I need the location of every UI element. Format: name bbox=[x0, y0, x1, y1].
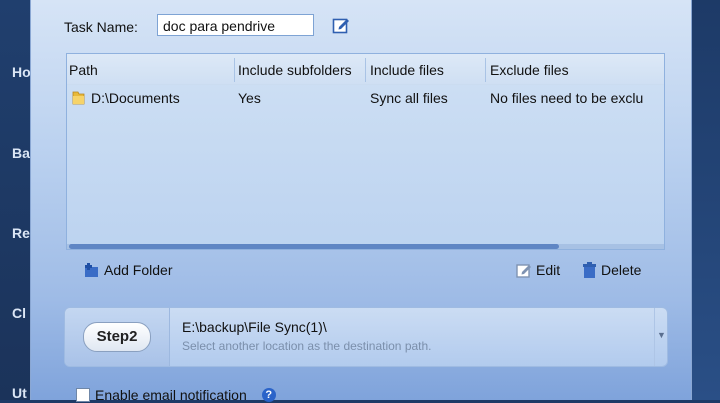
add-folder-icon bbox=[85, 262, 98, 277]
column-include-files[interactable]: Include files bbox=[370, 62, 444, 78]
file-sync-dialog: Task Name: doc para pendrive Path Includ… bbox=[30, 0, 692, 403]
row-include-files: Sync all files bbox=[370, 90, 448, 106]
step2-section: Step2 bbox=[65, 308, 170, 366]
destination-dropdown[interactable]: ▼ bbox=[654, 308, 667, 366]
sidebar-item-backup[interactable]: Ba bbox=[12, 145, 30, 161]
column-divider[interactable] bbox=[365, 58, 366, 82]
source-folder-table: Path Include subfolders Include files Ex… bbox=[66, 53, 665, 250]
column-divider[interactable] bbox=[234, 58, 235, 82]
app-sidebar: Ho Ba Re Cl Ut bbox=[0, 0, 31, 401]
column-exclude-files[interactable]: Exclude files bbox=[490, 62, 569, 78]
trash-icon bbox=[583, 262, 596, 278]
row-path: D:\Documents bbox=[91, 90, 180, 106]
destination-hint: Select another location as the destinati… bbox=[182, 339, 432, 353]
edit-icon bbox=[516, 264, 531, 278]
delete-label: Delete bbox=[601, 262, 642, 278]
destination-path[interactable]: E:\backup\File Sync(1)\ bbox=[182, 319, 327, 335]
folder-icon bbox=[72, 91, 85, 105]
sidebar-item-utilities[interactable]: Ut bbox=[12, 385, 27, 401]
chevron-down-icon: ▼ bbox=[657, 330, 666, 340]
sidebar-item-clone[interactable]: Cl bbox=[12, 305, 26, 321]
scrollbar-thumb[interactable] bbox=[69, 244, 559, 249]
add-folder-label: Add Folder bbox=[104, 262, 173, 278]
column-include-subfolders[interactable]: Include subfolders bbox=[238, 62, 352, 78]
add-folder-button[interactable]: Add Folder bbox=[84, 262, 172, 278]
sidebar-item-restore[interactable]: Re bbox=[12, 225, 30, 241]
table-row[interactable]: D:\Documents Yes Sync all files No files… bbox=[67, 86, 664, 110]
email-notification-label: Enable email notification bbox=[95, 387, 247, 403]
task-name-label: Task Name: bbox=[64, 19, 138, 35]
app-background-right bbox=[690, 0, 720, 400]
edit-label: Edit bbox=[536, 262, 561, 278]
edit-button[interactable]: Edit bbox=[516, 262, 560, 278]
delete-button[interactable]: Delete bbox=[582, 262, 641, 278]
horizontal-scrollbar[interactable] bbox=[67, 244, 664, 249]
destination-selector[interactable]: Step2 E:\backup\File Sync(1)\ Select ano… bbox=[64, 307, 668, 367]
table-header: Path Include subfolders Include files Ex… bbox=[67, 54, 664, 85]
step2-badge: Step2 bbox=[83, 322, 151, 352]
row-exclude-files: No files need to be exclu bbox=[490, 90, 644, 106]
sidebar-item-home[interactable]: Ho bbox=[12, 64, 31, 80]
task-name-input[interactable]: doc para pendrive bbox=[157, 14, 314, 36]
column-path[interactable]: Path bbox=[69, 62, 98, 78]
edit-task-name-icon[interactable] bbox=[332, 16, 350, 34]
row-subfolders: Yes bbox=[238, 90, 261, 106]
email-notification-row[interactable]: Enable email notification ? bbox=[76, 387, 276, 403]
column-divider[interactable] bbox=[485, 58, 486, 82]
